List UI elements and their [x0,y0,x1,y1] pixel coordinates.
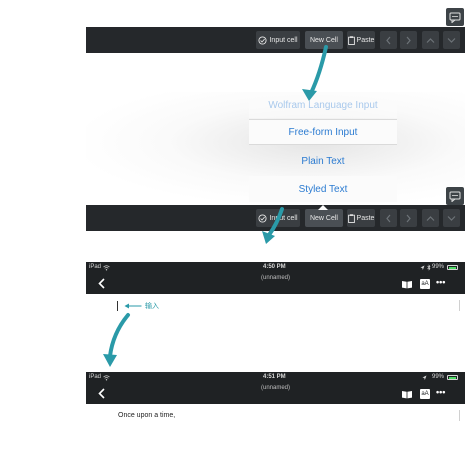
clock-label: 4:50 PM [263,264,286,270]
text-cursor [117,301,118,311]
notebook-panel-top [86,8,465,26]
next-cell-button[interactable] [400,31,417,49]
input-cell-label: Input cell [269,214,298,222]
bluetooth-icon [427,264,431,271]
previous-cell-button[interactable] [380,209,397,227]
menu-pointer [318,205,328,210]
document-header: (unnamed) aA ••• [86,274,465,294]
chat-icon [449,12,461,23]
toolbar-toggle-button-2[interactable] [446,187,464,205]
move-down-button[interactable] [443,31,460,49]
status-bar-2: iPad 4:51 PM 99% [86,372,465,384]
cell-toolbar-middle: Input cell New Cell Paste [86,205,465,231]
input-cell-icon [258,213,268,223]
new-cell-label: New Cell [309,36,338,44]
back-chevron-icon[interactable] [98,388,105,399]
previous-cell-button[interactable] [380,31,397,49]
menu-item-plain-text[interactable]: Plain Text [249,149,397,173]
new-cell-button[interactable]: New Cell [305,31,343,49]
document-title: (unnamed) [261,275,291,281]
paste-button[interactable]: Paste [347,31,375,49]
more-menu-button[interactable]: ••• [436,277,445,287]
chevron-down-icon [447,37,456,43]
input-cell-button[interactable]: Input cell [256,209,300,227]
back-chevron-icon[interactable] [98,278,105,289]
text-cell-content[interactable]: Once upon a time, [118,412,175,419]
clock-label: 4:51 PM [263,374,286,380]
menu-item-wolfram-language-input[interactable]: Wolfram Language Input [249,96,397,118]
chevron-up-icon [426,215,435,221]
battery-label: 99% [432,374,445,380]
document-body-2[interactable]: Once upon a time, [86,404,465,454]
menu-item-label: Free-form Input [288,126,358,138]
menu-item-styled-text[interactable]: Styled Text [249,176,397,202]
new-cell-label: New Cell [309,214,338,222]
book-icon[interactable] [401,390,413,399]
document-header-2: (unnamed) aA ••• [86,384,465,404]
carrier-label: iPad [89,264,102,270]
new-cell-menu: Wolfram Language Input Free-form Input P… [249,96,397,204]
new-cell-button[interactable]: New Cell [305,209,343,227]
annotation-arrow-icon [124,303,142,309]
input-cell-button[interactable]: Input cell [256,31,300,49]
battery-icon [447,375,458,380]
status-bar: iPad 4:50 PM 99% [86,262,465,274]
carrier-label: iPad [89,374,102,380]
menu-item-label: Styled Text [298,183,348,195]
chat-icon [449,191,461,202]
book-icon[interactable] [401,280,413,289]
cell-bracket [459,410,460,421]
input-cell-label: Input cell [269,36,298,44]
input-cell-icon [258,35,268,45]
menu-item-label: Plain Text [301,155,345,167]
battery-icon [447,265,458,270]
chevron-down-icon [447,215,456,221]
annotation-label: 输入 [145,302,159,310]
move-up-button[interactable] [422,31,439,49]
document-body[interactable]: 输入 [86,294,465,358]
chevron-right-icon [406,214,411,222]
paste-button[interactable]: Paste [347,209,375,227]
next-cell-button[interactable] [400,209,417,227]
location-icon [422,375,427,380]
chevron-up-icon [426,37,435,43]
clipboard-icon [347,213,355,223]
chevron-right-icon [406,36,411,44]
wifi-icon [103,375,110,381]
cell-bracket [459,300,460,311]
font-size-button[interactable]: aA [420,279,430,289]
menu-item-free-form-input[interactable]: Free-form Input [249,120,397,144]
battery-label: 99% [432,264,445,270]
cell-toolbar-top: Input cell New Cell Paste [86,27,465,53]
paste-label: Paste [356,214,375,222]
chevron-left-icon [386,36,391,44]
menu-divider [249,144,397,145]
move-up-button[interactable] [422,209,439,227]
toolbar-toggle-button[interactable] [446,8,464,26]
document-title: (unnamed) [261,385,291,391]
menu-item-label: Wolfram Language Input [268,100,378,111]
location-icon [420,265,425,270]
move-down-button[interactable] [443,209,460,227]
wifi-icon [103,265,110,271]
font-size-button[interactable]: aA [420,389,430,399]
clipboard-icon [347,35,355,45]
more-menu-button[interactable]: ••• [436,387,445,397]
chevron-left-icon [386,214,391,222]
paste-label: Paste [356,36,375,44]
